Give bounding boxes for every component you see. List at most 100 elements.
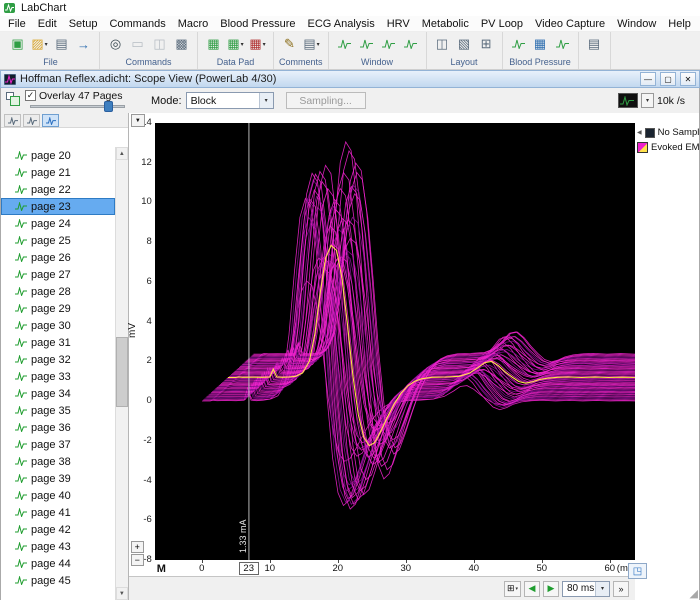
scroll-mode-button[interactable]: ◳ — [628, 563, 647, 579]
page-list-item[interactable]: page 25 — [1, 232, 115, 249]
page-list-item[interactable]: page 24 — [1, 215, 115, 232]
page-list-item[interactable]: page 39 — [1, 470, 115, 487]
datapad-view-icon[interactable]: ▦▾ — [225, 34, 246, 54]
page-list-item[interactable]: page 32 — [1, 351, 115, 368]
advance-button[interactable]: » — [613, 581, 629, 597]
zoom-out-button[interactable]: − — [131, 554, 144, 566]
page-list-item[interactable]: page 43 — [1, 538, 115, 555]
select-icon[interactable]: ▭ — [127, 34, 148, 54]
menu-macro[interactable]: Macro — [172, 17, 215, 31]
restore-button[interactable]: ▢ — [660, 72, 676, 86]
page-list-item[interactable]: page 42 — [1, 521, 115, 538]
page-list-item[interactable]: page 28 — [1, 283, 115, 300]
page-list-item[interactable]: page 33 — [1, 368, 115, 385]
bp-report-icon[interactable]: ▦ — [530, 34, 551, 54]
display-settings-button[interactable] — [618, 93, 638, 108]
menu-edit[interactable]: Edit — [32, 17, 63, 31]
menu-ecg-analysis[interactable]: ECG Analysis — [301, 17, 380, 31]
extra-tools-icon[interactable]: ▤ — [584, 34, 605, 54]
print-icon[interactable]: ▤ — [51, 34, 72, 54]
menu-setup[interactable]: Setup — [63, 17, 104, 31]
bp-chart-icon[interactable] — [508, 34, 529, 54]
chart-view-tab[interactable] — [4, 114, 21, 127]
overlay-settings-button[interactable] — [4, 89, 22, 103]
menu-window[interactable]: Window — [611, 17, 662, 31]
datapad-icon[interactable]: ▦ — [203, 34, 224, 54]
chart-window-icon[interactable] — [378, 34, 399, 54]
timebase-select[interactable]: 80 ms ▾ — [562, 581, 610, 597]
comments-list-icon[interactable]: ▤▾ — [301, 34, 322, 54]
menu-help[interactable]: Help — [662, 17, 697, 31]
menu-video-capture[interactable]: Video Capture — [529, 17, 611, 31]
compression-button[interactable]: ⊞▾ — [504, 581, 521, 597]
page-list-item[interactable]: page 34 — [1, 385, 115, 402]
page-label: page 45 — [31, 575, 71, 587]
zoom-window-icon[interactable] — [334, 34, 355, 54]
page-list-item[interactable]: page 38 — [1, 453, 115, 470]
page-list-item[interactable]: page 35 — [1, 402, 115, 419]
chevron-down-icon: ▾ — [45, 41, 48, 48]
menu-commands[interactable]: Commands — [103, 17, 171, 31]
arrange-windows-icon[interactable]: ⊞ — [476, 34, 497, 54]
open-file-icon[interactable]: ▨▾ — [29, 34, 50, 54]
page-list-item[interactable]: page 29 — [1, 300, 115, 317]
datapad-clear-icon[interactable]: ▦▾ — [247, 34, 268, 54]
menu-hrv[interactable]: HRV — [381, 17, 416, 31]
menu-blood-pressure[interactable]: Blood Pressure — [214, 17, 301, 31]
page-list-item[interactable]: page 23 — [1, 198, 115, 215]
tile-windows-icon[interactable]: ◫ — [432, 34, 453, 54]
macro-run-icon[interactable]: ▩ — [171, 34, 192, 54]
current-page-indicator[interactable]: 23 — [239, 562, 259, 575]
scroll-up-button[interactable]: ▲ — [116, 147, 128, 160]
page-list-item[interactable]: page 20 — [1, 147, 115, 164]
cascade-windows-icon[interactable]: ▧ — [454, 34, 475, 54]
export-icon[interactable]: → — [73, 34, 94, 54]
page-list-item[interactable]: page 26 — [1, 249, 115, 266]
page-list-item[interactable]: page 37 — [1, 436, 115, 453]
resize-grip[interactable]: ◢ — [690, 587, 698, 600]
minimize-button[interactable]: — — [640, 72, 656, 86]
channel-color-swatch[interactable] — [637, 142, 648, 153]
add-comment-icon[interactable]: ✎ — [279, 34, 300, 54]
menu-pv-loop[interactable]: PV Loop — [475, 17, 529, 31]
plot-options-button[interactable]: ▼ — [131, 114, 145, 127]
scope-window-icon[interactable] — [356, 34, 377, 54]
page-list-item[interactable]: page 27 — [1, 266, 115, 283]
zoom-in-button[interactable]: + — [131, 541, 144, 553]
bp-analysis-icon[interactable] — [552, 34, 573, 54]
sampling-button[interactable]: Sampling... — [286, 92, 366, 109]
page-list-item[interactable]: page 45 — [1, 572, 115, 589]
scope-pages-tab[interactable] — [42, 114, 59, 127]
collapse-panel-button[interactable]: ◀ — [637, 129, 642, 136]
menu-metabolic[interactable]: Metabolic — [416, 17, 475, 31]
find-icon[interactable]: ◎ — [105, 34, 126, 54]
prev-page-button[interactable]: ◀ — [524, 581, 540, 597]
comments-view-tab[interactable] — [23, 114, 40, 127]
overlay-pages-slider[interactable] — [30, 102, 125, 112]
page-list-item[interactable]: page 31 — [1, 334, 115, 351]
zoom-selection-icon[interactable]: ◫ — [149, 34, 170, 54]
mode-select[interactable]: Block ▾ — [186, 92, 274, 109]
rate-dropdown-button[interactable]: ▾ — [641, 93, 654, 108]
scroll-down-button[interactable]: ▼ — [116, 587, 128, 600]
page-list-item[interactable]: page 41 — [1, 504, 115, 521]
page-list-item[interactable]: page 44 — [1, 555, 115, 572]
page-list-item[interactable]: page 21 — [1, 164, 115, 181]
page-list-item[interactable]: page 22 — [1, 181, 115, 198]
scope-plot[interactable]: 1.33 mA — [155, 123, 636, 560]
overlay-pages-checkbox[interactable]: ✓ — [25, 90, 36, 101]
marker-m[interactable]: M — [157, 563, 166, 575]
channel-label[interactable]: Evoked EMG — [651, 142, 699, 153]
page-list-item[interactable]: page 36 — [1, 419, 115, 436]
close-button[interactable]: ✕ — [680, 72, 696, 86]
scroll-thumb[interactable] — [116, 337, 128, 407]
menu-file[interactable]: File — [2, 17, 32, 31]
page-list-item[interactable]: page 40 — [1, 487, 115, 504]
channel-row[interactable]: Evoked EMG — [635, 140, 699, 155]
page-list-scrollbar[interactable]: ▲ ▼ — [115, 147, 128, 600]
new-document-icon[interactable]: ▣ — [7, 34, 28, 54]
slider-thumb[interactable] — [104, 101, 113, 112]
next-page-button[interactable]: ▶ — [543, 581, 559, 597]
page-list-item[interactable]: page 30 — [1, 317, 115, 334]
xy-window-icon[interactable] — [400, 34, 421, 54]
